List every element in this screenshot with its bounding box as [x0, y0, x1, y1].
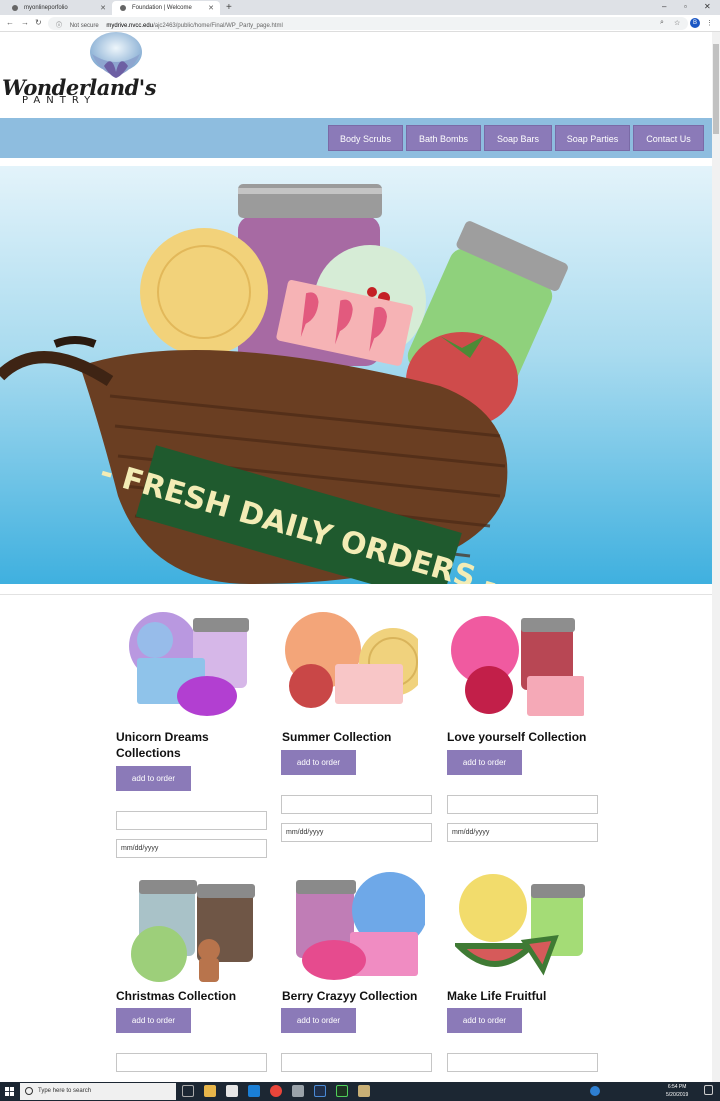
quantity-input[interactable] [447, 795, 598, 814]
close-tab-icon[interactable]: ✕ [208, 4, 214, 12]
forward-icon[interactable]: → [21, 18, 29, 27]
back-icon[interactable]: ← [6, 18, 14, 27]
page-scrollbar[interactable] [712, 32, 720, 1082]
product-image-make-life-fruitful[interactable] [451, 872, 590, 982]
store-icon[interactable] [226, 1085, 238, 1097]
notification-icon[interactable] [704, 1085, 713, 1095]
info-icon[interactable]: ⓘ [56, 23, 62, 29]
windows-start-icon[interactable] [5, 1087, 14, 1096]
reload-icon[interactable]: ↻ [35, 18, 42, 27]
web-page: Wonderland's PANTRY Body Scrubs Bath Bom… [0, 32, 712, 1082]
add-to-order-button[interactable]: add to order [116, 1008, 191, 1033]
restore-icon[interactable]: ▫ [684, 2, 687, 11]
photos-icon[interactable] [292, 1085, 304, 1097]
security-label: Not secure [69, 23, 99, 29]
minimize-icon[interactable]: – [662, 2, 666, 11]
add-to-order-button[interactable]: add to order [447, 750, 522, 775]
close-window-icon[interactable]: ✕ [704, 2, 711, 11]
cortana-icon [25, 1087, 33, 1095]
dreamweaver-icon[interactable] [336, 1085, 348, 1097]
bookmark-star-icon[interactable]: ☆ [674, 19, 680, 27]
nav-soap-bars[interactable]: Soap Bars [484, 125, 552, 151]
clock-time: 6:54 PM [667, 1084, 687, 1090]
logo-subtitle: PANTRY [22, 95, 97, 106]
divider [0, 594, 712, 595]
scrollbar-thumb[interactable] [713, 44, 719, 134]
globe-icon [12, 5, 18, 11]
tab-title: myonlineporfolio [24, 5, 68, 11]
add-to-order-button[interactable]: add to order [116, 766, 191, 791]
indesign-icon[interactable] [314, 1085, 326, 1097]
browser-tab-bar: myonlineporfolio ✕ Foundation | Welcome … [0, 0, 720, 15]
site-logo[interactable]: Wonderland's PANTRY [0, 32, 157, 112]
add-to-order-button[interactable]: add to order [447, 1008, 522, 1033]
quantity-input[interactable] [116, 1053, 267, 1072]
date-input[interactable]: mm/dd/yyyy [116, 839, 267, 858]
quantity-input[interactable] [447, 1053, 598, 1072]
add-to-order-button[interactable]: add to order [281, 1008, 356, 1033]
taskbar-search-input[interactable]: Type here to search [20, 1083, 176, 1100]
new-tab-button[interactable]: + [226, 2, 232, 13]
nav-body-scrubs[interactable]: Body Scrubs [328, 125, 403, 151]
chrome-icon[interactable] [270, 1085, 282, 1097]
nav-soap-parties[interactable]: Soap Parties [555, 125, 630, 151]
menu-icon[interactable]: ⋮ [706, 19, 713, 27]
product-title: Berry Crazyy Collection [282, 989, 418, 1003]
quantity-input[interactable] [116, 811, 267, 830]
windows-taskbar: Type here to search 6:54 PM 5/20/2019 [0, 1082, 720, 1101]
taskbar-clock[interactable]: 6:54 PM 5/20/2019 [666, 1083, 688, 1099]
date-input[interactable]: mm/dd/yyyy [281, 823, 432, 842]
product-image-love-yourself[interactable] [449, 610, 585, 720]
product-title: Christmas Collection [116, 989, 237, 1003]
product-title: Summer Collection [282, 730, 392, 744]
product-title: Make Life Fruitful [447, 989, 547, 1003]
product-image-unicorn[interactable] [125, 610, 260, 720]
address-bar-row: ← → ↻ ⓘ Not secure mydrive.nvcc.edu/ajc2… [0, 15, 720, 32]
product-image-christmas[interactable] [125, 872, 260, 982]
app-icon[interactable] [358, 1085, 370, 1097]
zoom-icon[interactable]: ⌕ [660, 19, 664, 27]
product-title: Love yourself Collection [447, 730, 587, 744]
help-icon[interactable] [590, 1086, 600, 1096]
edge-icon[interactable] [248, 1085, 260, 1097]
url-domain: mydrive.nvcc.edu [106, 23, 154, 29]
product-image-berry-crazyy[interactable] [290, 872, 428, 982]
quantity-input[interactable] [281, 1053, 432, 1072]
nav-bath-bombs[interactable]: Bath Bombs [406, 125, 481, 151]
quantity-input[interactable] [281, 795, 432, 814]
profile-avatar[interactable]: B [690, 18, 700, 28]
browser-tab-active[interactable]: Foundation | Welcome ✕ [112, 1, 220, 15]
nav-contact-us[interactable]: Contact Us [633, 125, 704, 151]
url-input[interactable]: ⓘ Not secure mydrive.nvcc.edu/ajc2463/pu… [48, 17, 688, 30]
product-title: Unicorn Dreams Collections [116, 730, 209, 760]
file-explorer-icon[interactable] [204, 1085, 216, 1097]
close-tab-icon[interactable]: ✕ [100, 4, 106, 12]
search-placeholder: Type here to search [38, 1088, 92, 1094]
globe-icon [120, 5, 126, 11]
date-input[interactable]: mm/dd/yyyy [447, 823, 598, 842]
add-to-order-button[interactable]: add to order [281, 750, 356, 775]
task-view-icon[interactable] [182, 1085, 194, 1097]
browser-tab[interactable]: myonlineporfolio ✕ [4, 1, 112, 15]
tab-title: Foundation | Welcome [132, 5, 192, 11]
hero-banner-image: - FRESH DAILY ORDERS - [0, 166, 712, 584]
clock-date: 5/20/2019 [666, 1092, 689, 1098]
url-path: /ajc2463/public/home/Final/WP_Party_page… [153, 23, 283, 29]
product-image-summer[interactable] [283, 610, 427, 720]
